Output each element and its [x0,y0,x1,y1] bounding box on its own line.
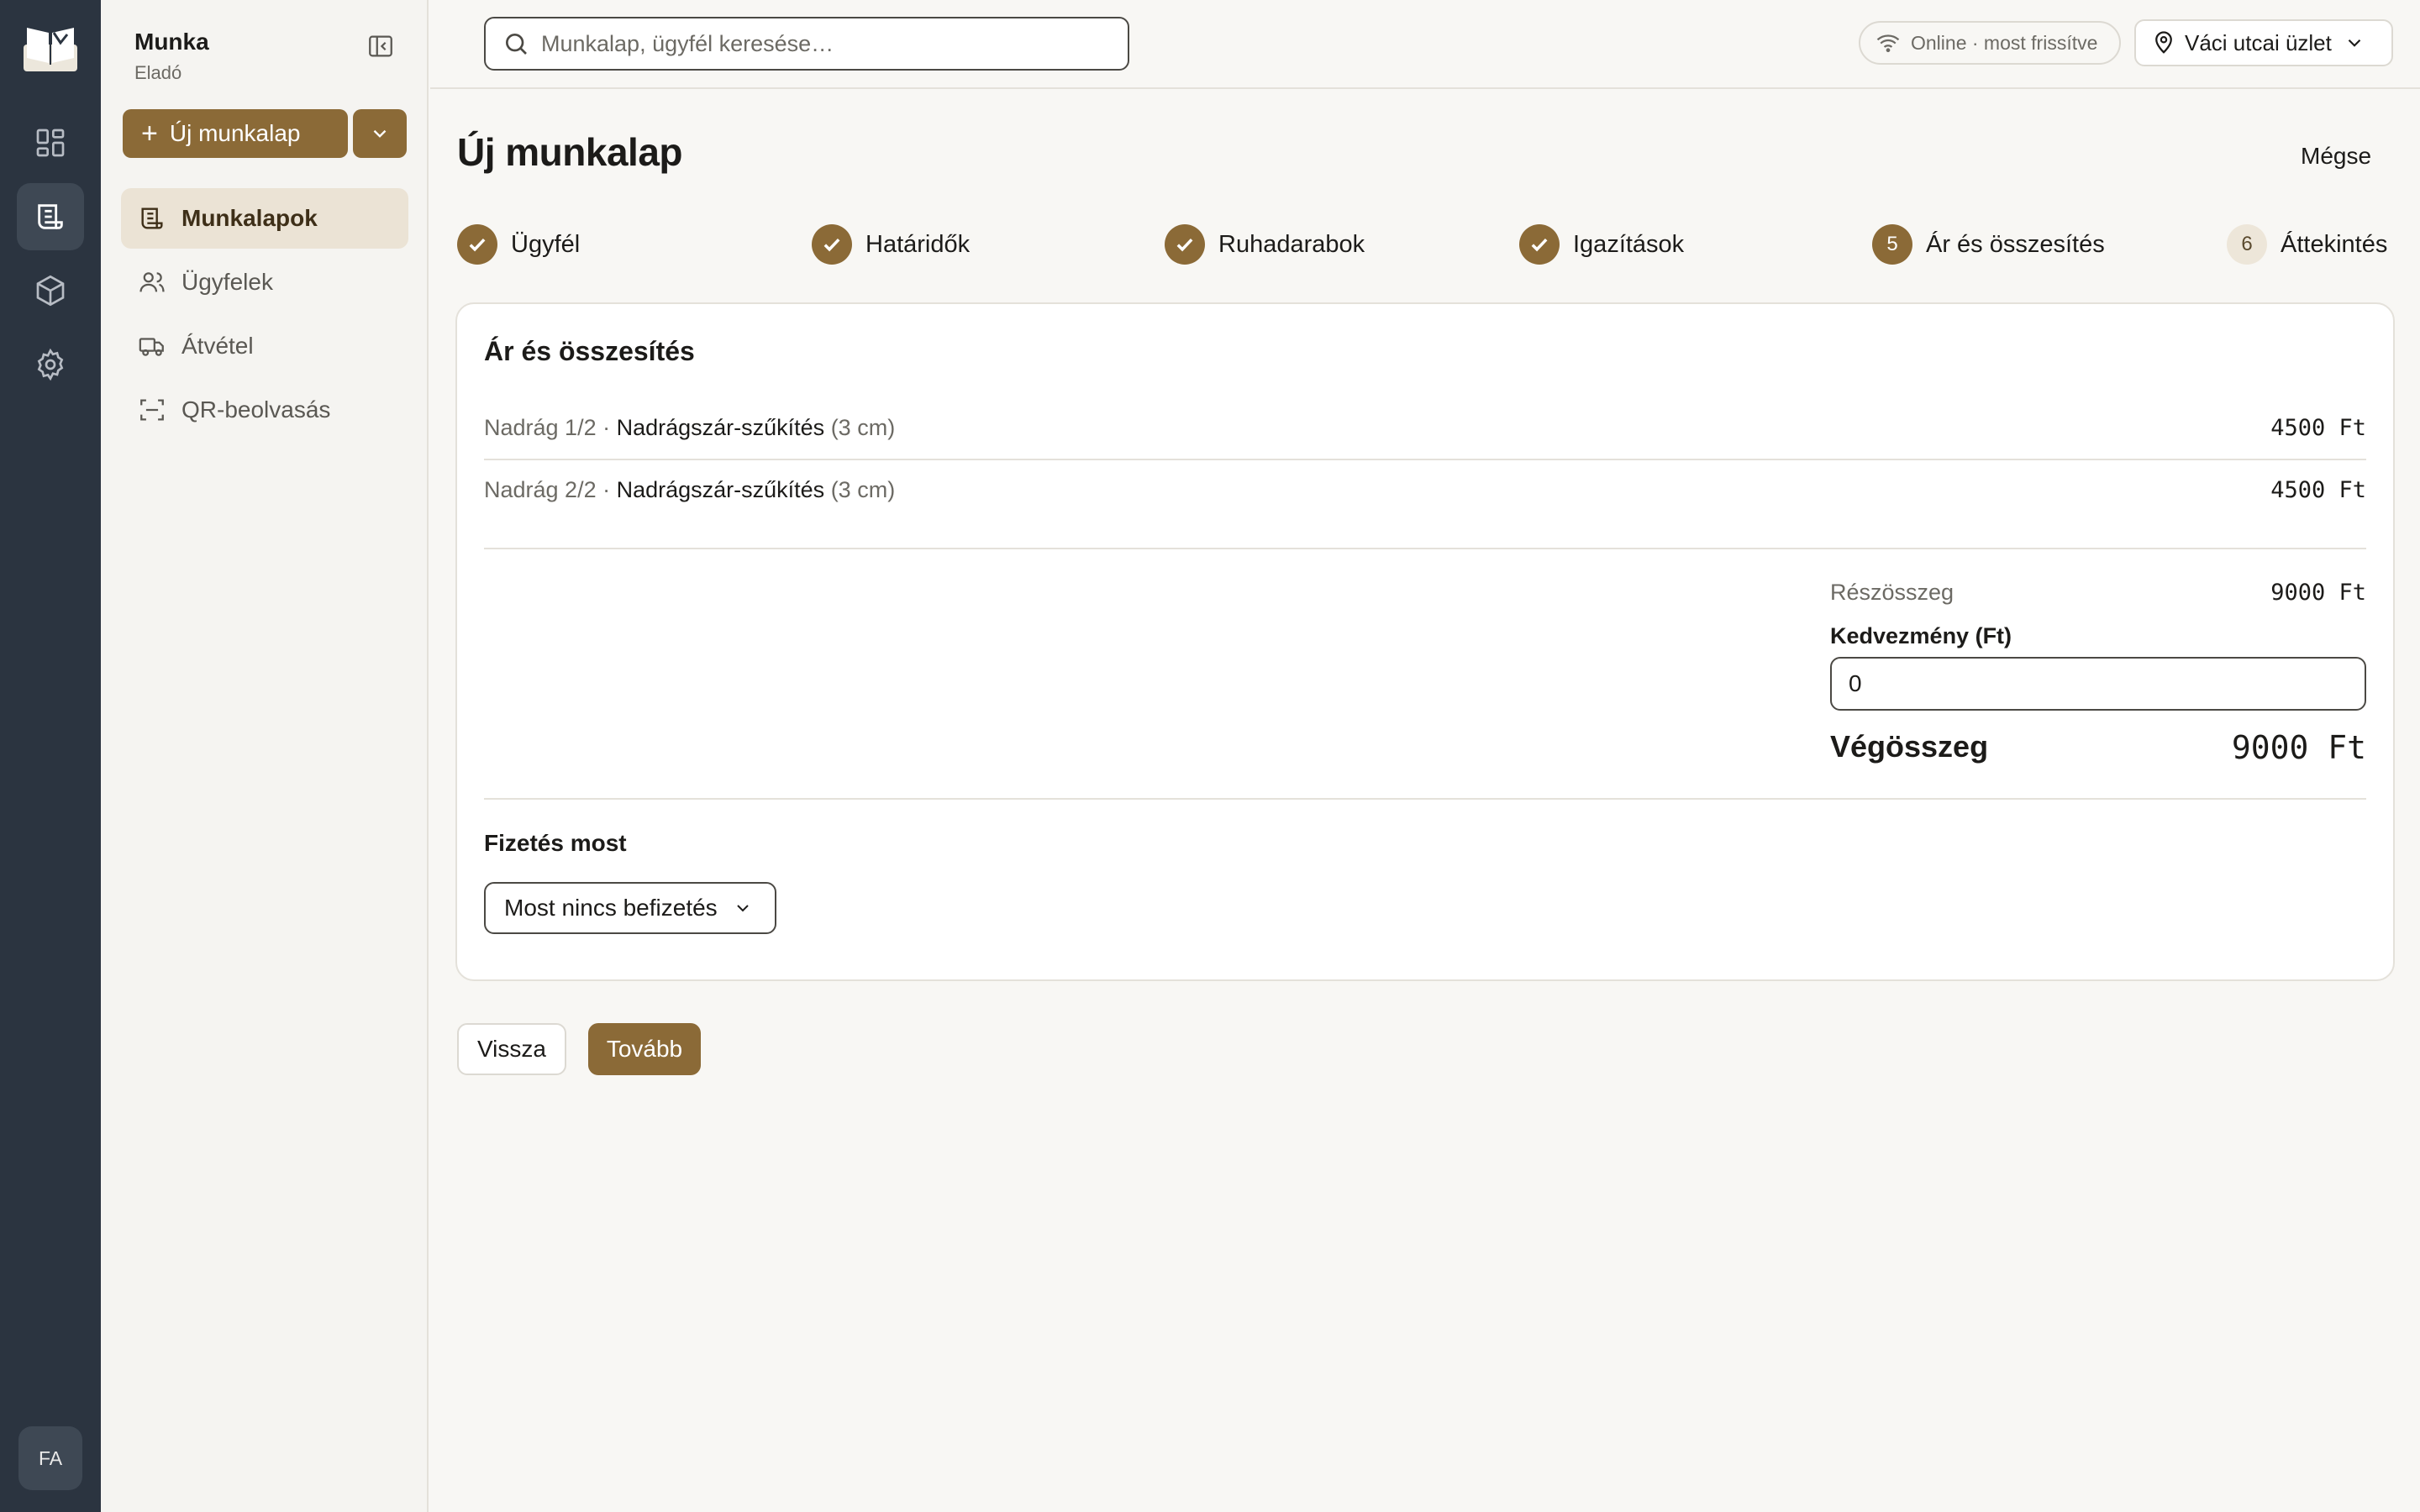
step-review[interactable]: 6 Áttekintés [2227,223,2387,265]
step-customer[interactable]: Ügyfél [457,223,580,265]
card-title: Ár és összesítés [484,336,695,366]
subtotal-value: 9000 Ft [2270,580,2366,606]
step-garments[interactable]: Ruhadarabok [1165,223,1365,265]
cancel-button[interactable]: Mégse [2301,143,2371,170]
back-button[interactable]: Vissza [457,1023,566,1075]
search-icon [506,34,527,55]
sidebar-item-label: Ügyfelek [182,269,273,295]
sidebar-item-label: Átvétel [182,333,254,359]
subtotal-label: Részösszeg [1830,580,1954,605]
total-value: 9000 Ft [2231,729,2366,766]
rail-worksheets-button[interactable] [17,183,84,250]
plus-icon: + [141,118,158,150]
line-item-price: 4500 Ft [2270,414,2366,441]
worksheet-icon [38,204,63,229]
step-deadlines[interactable]: Határidők [812,223,970,265]
sidebar-collapse-icon [369,35,392,57]
check-icon [812,224,852,265]
step-number: 5 [1872,224,1912,265]
gear-icon [37,348,64,381]
step-number: 6 [2227,224,2267,265]
chevron-down-icon [736,905,749,912]
line-item-row: Nadrág 2/2 · Nadrágszár-szűkítés (3 cm) … [484,459,2366,521]
rail-dashboard-button[interactable] [17,109,84,176]
section-divider [484,548,2366,549]
line-item-detail: (3 cm) [824,476,896,502]
user-avatar[interactable]: FA [18,1426,82,1490]
rail-settings-button[interactable] [17,331,84,398]
icon-rail: FA [0,0,101,1512]
sidebar-item-worksheets[interactable]: Munkalapok [121,188,408,249]
line-item-detail: (3 cm) [824,414,896,440]
worksheet-icon [141,207,163,229]
truck-icon [139,338,164,356]
discount-label: Kedvezmény (Ft) [1830,623,2012,648]
step-label: Ruhadarabok [1218,230,1365,258]
discount-input[interactable] [1830,657,2366,711]
payment-select[interactable]: Most nincs befizetés [484,882,776,934]
step-label: Igazítások [1573,230,1685,258]
step-label: Ár és összesítés [1926,230,2105,258]
chevron-down-icon [373,129,387,138]
app-logo[interactable] [18,18,82,77]
price-summary-card: Ár és összesítés Nadrág 1/2 · Nadrágszár… [455,302,2395,981]
connection-status-badge: Online · most frissítve [1859,21,2121,65]
line-item-garment: Nadrág 2/2 · [484,476,617,502]
line-item-service: Nadrágszár-szűkítés [616,414,825,440]
wizard-stepper: Ügyfél Határidők Ruhadarabok Igazítások … [457,223,2395,265]
users-icon [139,272,165,292]
check-icon [457,224,497,265]
step-label: Áttekintés [2281,230,2388,258]
map-pin-icon [2155,31,2172,54]
line-item-description: Nadrág 1/2 · Nadrágszár-szűkítés (3 cm) [484,415,895,441]
check-icon [1519,224,1560,265]
sidebar-item-pickup[interactable]: Átvétel [121,316,408,376]
step-alterations[interactable]: Igazítások [1519,223,1684,265]
line-item-description: Nadrág 2/2 · Nadrágszár-szűkítés (3 cm) [484,477,895,503]
user-role: Eladó [134,62,182,83]
sidebar-item-label: QR-beolvasás [182,396,331,423]
workspace-title: Munka [134,29,209,55]
payment-select-value: Most nincs befizetés [504,895,718,921]
line-item-garment: Nadrág 1/2 · [484,414,617,440]
store-selector-label: Váci utcai üzlet [2185,29,2332,55]
total-label: Végösszeg [1830,729,1989,764]
line-item-service: Nadrágszár-szűkítés [616,476,825,502]
step-price-summary[interactable]: 5 Ár és összesítés [1872,223,2105,265]
step-label: Ügyfél [511,230,581,258]
connection-status-text: Online · most frissítve [1911,31,2098,54]
line-item-price: 4500 Ft [2270,476,2366,503]
line-item-row: Nadrág 1/2 · Nadrágszár-szűkítés (3 cm) … [484,396,2366,459]
dashboard-icon [36,129,65,157]
sidebar: Munka Eladó + Új munkalap Munkalapok Ügy… [101,0,429,1512]
book-logo-icon [24,28,77,71]
search-input[interactable] [541,30,1113,57]
sidebar-item-label: Munkalapok [182,205,318,231]
payment-label: Fizetés most [484,830,627,856]
package-icon [36,275,65,307]
wifi-icon [1876,34,1900,53]
chevron-down-icon [2348,39,2361,47]
collapse-sidebar-button[interactable] [366,32,395,60]
sidebar-item-customers[interactable]: Ügyfelek [121,252,408,312]
store-selector[interactable]: Váci utcai üzlet [2134,19,2393,66]
scan-icon [140,399,164,421]
new-worksheet-menu-button[interactable] [353,109,407,158]
page-title: Új munkalap [457,130,683,174]
topbar: Online · most frissítve Váci utcai üzlet [430,0,2420,89]
sidebar-nav: Munkalapok Ügyfelek Átvétel QR-beolvasás [121,188,408,444]
sidebar-item-qr-scan[interactable]: QR-beolvasás [121,380,408,440]
search-box[interactable] [484,17,1129,71]
new-worksheet-button[interactable]: + Új munkalap [123,109,348,158]
step-label: Határidők [865,230,971,258]
rail-products-button[interactable] [17,257,84,324]
new-worksheet-label: Új munkalap [169,120,301,146]
check-icon [1165,224,1205,265]
section-divider [484,798,2366,800]
next-button[interactable]: Tovább [588,1023,701,1075]
